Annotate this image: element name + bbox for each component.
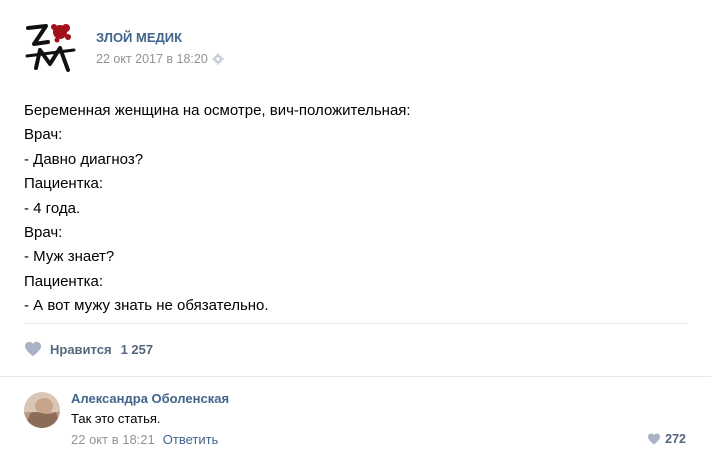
post-text-line: Врач: <box>24 126 63 144</box>
reply-button[interactable]: Ответить <box>163 432 219 447</box>
like-count: 1 257 <box>120 341 154 357</box>
comment-like-button[interactable]: 272 <box>647 432 686 446</box>
heart-icon <box>25 341 41 357</box>
comment-date[interactable]: 22 окт в 18:21 <box>71 432 155 447</box>
comment-meta: 22 окт в 18:21 Ответить <box>71 432 218 447</box>
comment-author[interactable]: Александра Оболенская <box>71 391 229 406</box>
post-text-line: - 4 года. <box>24 199 81 217</box>
group-logo[interactable] <box>24 20 78 74</box>
post-divider <box>24 323 688 324</box>
post-date: 22 окт 2017 в 18:20 <box>96 52 224 66</box>
post-text-line: Беременная женщина на осмотре, вич-полож… <box>24 102 411 119</box>
post-text-line: Пациентка: <box>24 175 103 193</box>
like-label: Нравится <box>50 341 112 357</box>
comments-divider <box>0 376 711 377</box>
like-button[interactable]: Нравится 1 257 <box>24 340 153 358</box>
comment-like-count: 272 <box>665 432 686 446</box>
avatar[interactable] <box>24 392 60 428</box>
post-date-text[interactable]: 22 окт 2017 в 18:20 <box>96 52 208 66</box>
comment-text: Так это статья. <box>71 411 161 426</box>
post-text: Беременная женщина на осмотре, вич-полож… <box>24 99 684 319</box>
post-text-line: Врач: <box>24 223 63 241</box>
comment: Александра Оболенская Так это статья. 22… <box>24 390 688 450</box>
heart-icon <box>648 433 661 445</box>
post-author[interactable]: ЗЛОЙ МЕДИК <box>96 30 182 45</box>
post-text-line: - А вот мужу знать не обязательно. <box>24 297 269 315</box>
gear-icon[interactable] <box>212 53 224 65</box>
post-text-line: - Давно диагноз? <box>24 150 144 168</box>
post-text-line: - Муж знает? <box>24 248 115 266</box>
post-text-line: Пациентка: <box>24 272 103 290</box>
